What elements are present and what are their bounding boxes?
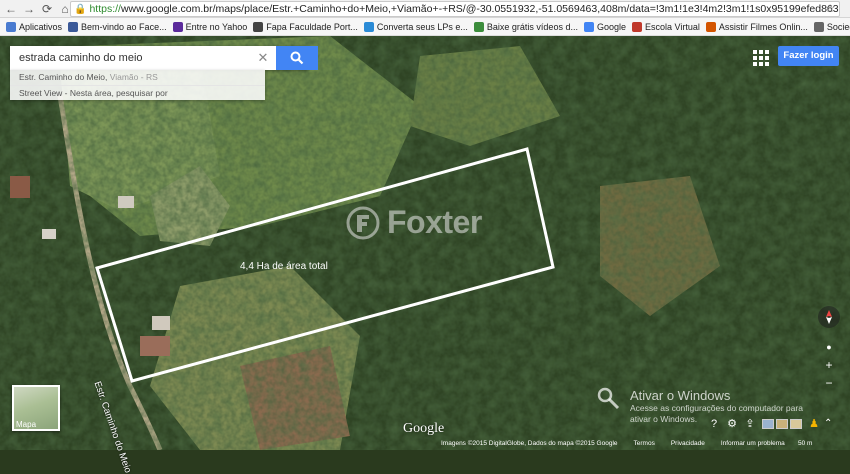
suggestion-item[interactable]: Estr. Caminho do Meio, Viamão - RS <box>10 70 265 85</box>
bookmark-label: Converta seus LPs e... <box>376 21 468 32</box>
watermark-text: Foxter <box>387 204 482 240</box>
map-attribution: Imagens ©2015 DigitalGlobe, Dados do map… <box>441 440 801 447</box>
film-icon <box>705 21 716 32</box>
clear-icon[interactable]: ✕ <box>255 49 271 67</box>
settings-gear-icon[interactable]: ⚙ <box>726 418 738 430</box>
cloud-icon <box>363 21 374 32</box>
search-input[interactable] <box>10 46 266 70</box>
compass-icon[interactable] <box>818 306 840 328</box>
bookmark-item[interactable]: Baixe grátis vídeos d... <box>473 21 578 32</box>
back-icon[interactable]: ← <box>4 2 18 16</box>
address-bar[interactable]: 🔒 https:// www.google.com.br/maps/place/… <box>70 1 840 17</box>
url-text: www.google.com.br/maps/place/Estr.+Camin… <box>120 3 840 15</box>
terms-link[interactable]: Termos <box>634 440 655 447</box>
help-icon[interactable]: ? <box>708 418 720 430</box>
login-button[interactable]: Fazer login <box>778 46 839 66</box>
apps-grid-icon[interactable] <box>750 48 769 66</box>
foxter-watermark: Foxter <box>345 204 482 241</box>
bookmark-item[interactable]: Sociedade Brasileira ... <box>813 21 850 32</box>
bookmark-item[interactable]: Entre no Yahoo <box>172 21 248 32</box>
google-logo: Google <box>403 421 445 436</box>
photo-thumbnail-icon[interactable] <box>776 419 788 429</box>
bookmarks-bar: Aplicativos Bem-vindo ao Face... Entre no … <box>0 18 850 36</box>
bookmark-label: Aplicativos <box>19 21 63 32</box>
reload-icon[interactable]: ⟳ <box>40 2 54 16</box>
bookmark-label: Escola Virtual <box>644 21 700 32</box>
windows-key-icon <box>597 387 620 410</box>
facebook-icon <box>68 21 79 32</box>
photo-thumbnail-icon[interactable] <box>790 419 802 429</box>
bookmark-item[interactable]: Converta seus LPs e... <box>363 21 468 32</box>
share-icon[interactable]: ⇪ <box>744 418 756 430</box>
search-box: ✕ <box>10 46 318 70</box>
bookmark-item[interactable]: Bem-vindo ao Face... <box>68 21 167 32</box>
pegman-street-view-icon[interactable]: ♟ <box>808 418 820 430</box>
suggestion-item[interactable]: Street View - Nesta área, pesquisar por <box>10 85 265 100</box>
pegman-icon[interactable]: ● <box>819 338 839 356</box>
foxter-logo-icon <box>346 206 380 239</box>
lock-icon: 🔒 <box>74 3 87 15</box>
bookmark-item[interactable]: Google <box>583 21 626 32</box>
download-icon <box>473 21 484 32</box>
privacy-link[interactable]: Privacidade <box>671 440 705 447</box>
bookmark-item[interactable]: Fapa Faculdade Port... <box>253 21 358 32</box>
bookmark-label: Baixe grátis vídeos d... <box>486 21 578 32</box>
bookmark-star-icon[interactable]: ☆ <box>825 2 835 15</box>
forward-icon[interactable]: → <box>22 2 36 16</box>
bookmark-item[interactable]: Aplicativos <box>6 21 63 32</box>
google-icon <box>583 21 594 32</box>
area-label: 4,4 Ha de área total <box>240 261 328 272</box>
school-icon <box>631 21 642 32</box>
page-icon <box>813 21 824 32</box>
bottom-toolbar: ? ⚙ ⇪ ♟ <box>708 418 826 430</box>
bookmark-label: Bem-vindo ao Face... <box>81 21 167 32</box>
attribution-text: Imagens ©2015 DigitalGlobe, Dados do map… <box>441 440 618 447</box>
url-scheme: https:// <box>89 3 121 15</box>
zoom-out-button[interactable]: − <box>819 374 839 392</box>
bookmark-label: Google <box>596 21 626 32</box>
search-button[interactable] <box>276 46 318 70</box>
activation-title: Ativar o Windows <box>630 388 731 403</box>
bookmark-label: Entre no Yahoo <box>185 21 248 32</box>
zoom-in-button[interactable]: + <box>819 356 839 374</box>
bookmark-item[interactable]: Escola Virtual <box>631 21 700 32</box>
page-icon <box>253 21 264 32</box>
bookmark-label: Fapa Faculdade Port... <box>266 21 358 32</box>
map-controls: ● + − <box>816 306 842 392</box>
activation-line1: Acesse as configurações do computador pa… <box>630 403 803 413</box>
report-problem-link[interactable]: Informar um problema <box>721 440 785 447</box>
bookmark-label: Assistir Filmes Onlin... <box>718 21 808 32</box>
map-type-label: Mapa <box>16 420 37 429</box>
scale-bar: 50 m <box>798 440 813 447</box>
apps-icon <box>6 21 16 32</box>
expand-icon[interactable]: ⌃ <box>824 418 832 429</box>
suggestion-list: Estr. Caminho do Meio, Viamão - RS Stree… <box>10 70 265 100</box>
yahoo-icon <box>172 21 183 32</box>
search-icon <box>290 51 304 65</box>
bookmark-item[interactable]: Assistir Filmes Onlin... <box>705 21 808 32</box>
photo-thumbnail-icon[interactable] <box>762 419 774 429</box>
bookmark-label: Sociedade Brasileira ... <box>826 21 850 32</box>
browser-toolbar: ← → ⟳ ⌂ 🔒 https:// www.google.com.br/map… <box>0 0 850 18</box>
